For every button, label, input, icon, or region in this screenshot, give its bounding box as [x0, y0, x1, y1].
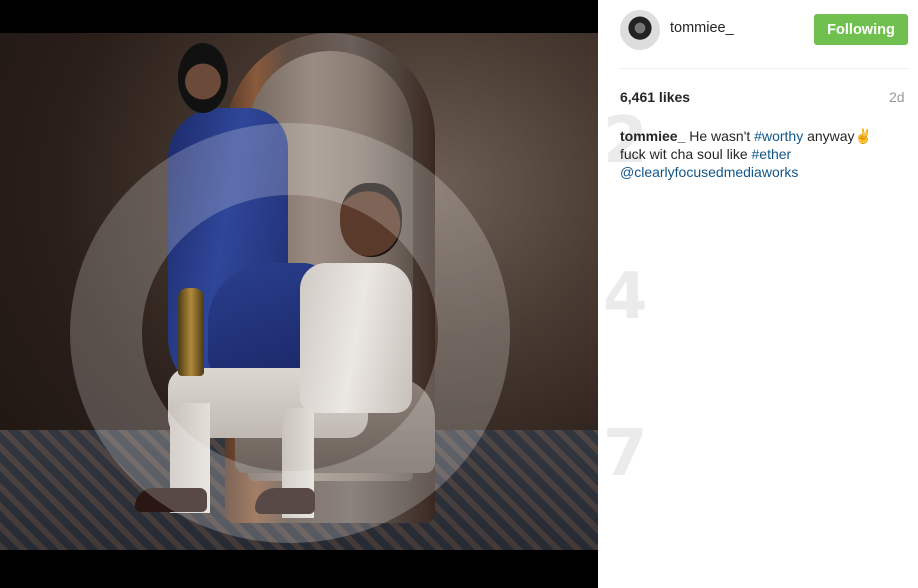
post-age[interactable]: 2d — [889, 89, 905, 105]
following-button[interactable]: Following — [814, 14, 908, 45]
caption-text: anyway✌ — [803, 128, 872, 144]
post-caption: tommiee_ He wasn't #worthy anyway✌ fuck … — [620, 127, 890, 181]
post-header: tommiee_ Following — [620, 8, 908, 69]
photo-panel — [0, 0, 598, 588]
watermark-digit: 4 — [603, 260, 648, 334]
post-sidebar: 2 4 7 tommiee_ Following 6,461 likes 2d … — [598, 0, 918, 588]
username-link[interactable]: tommiee_ — [670, 20, 734, 36]
avatar[interactable] — [620, 10, 660, 50]
hashtag-link[interactable]: #worthy — [754, 128, 803, 144]
watermark-digit: 7 — [603, 417, 648, 475]
caption-text: He wasn't — [685, 128, 755, 144]
hashtag-link[interactable]: #ether — [752, 146, 792, 162]
likes-count[interactable]: 6,461 likes — [620, 89, 690, 105]
post-photo[interactable] — [0, 33, 598, 550]
caption-text: fuck wit cha soul like — [620, 146, 752, 162]
watermark-circle — [70, 123, 510, 543]
mention-link[interactable]: @clearlyfocusedmediaworks — [620, 164, 798, 180]
woman-head — [178, 43, 228, 113]
caption-author[interactable]: tommiee_ — [620, 128, 685, 144]
